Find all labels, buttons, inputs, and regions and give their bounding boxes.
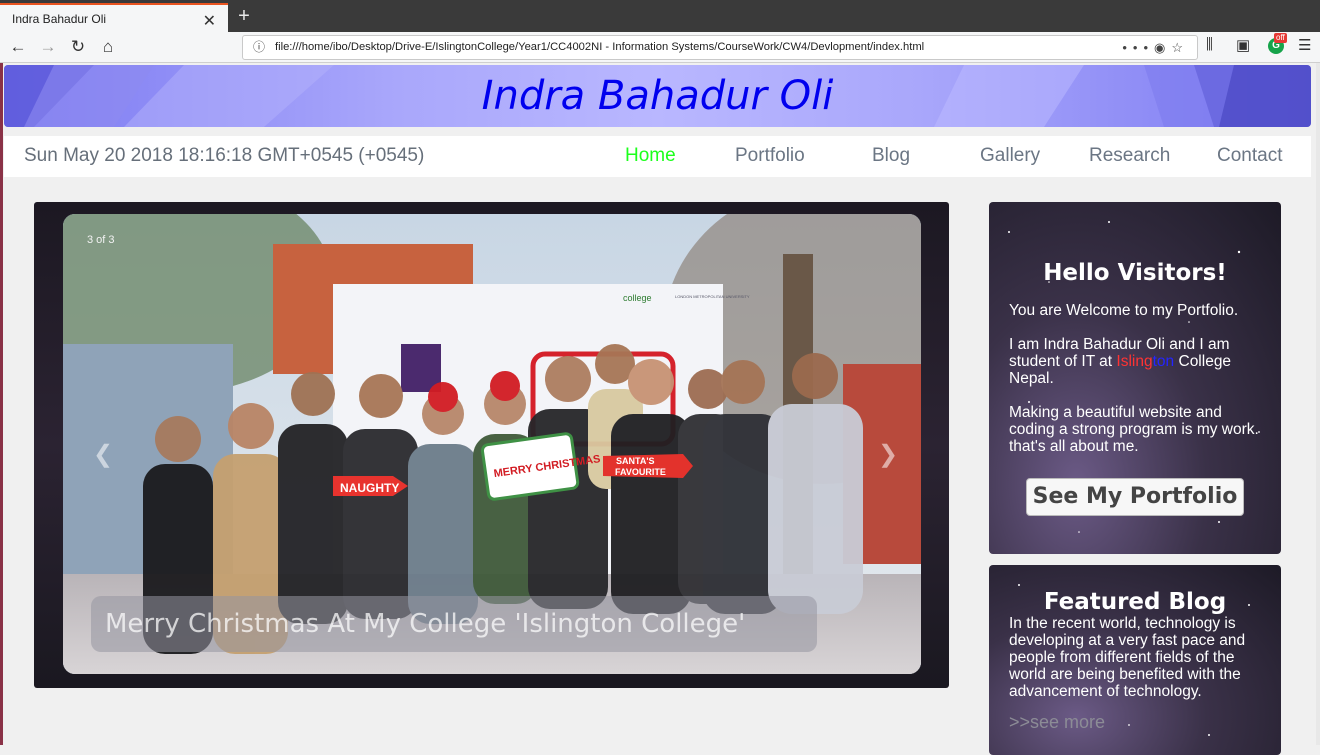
page-actions: •••◉☆: [1122, 36, 1189, 59]
welcome-card: Hello Visitors! You are Welcome to my Po…: [989, 202, 1281, 554]
slideshow: college LONDON METROPOLITAN UNIVERSITY N…: [34, 202, 949, 688]
close-tab-icon[interactable]: ✕: [203, 11, 216, 31]
browser-toolbar: ← → ↻ ⌂ ⓘ file:///home/ibo/Desktop/Drive…: [0, 32, 1320, 63]
grammarly-badge: off: [1274, 33, 1287, 43]
site-title: Indra Bahadur Oli: [481, 73, 834, 119]
see-more-link[interactable]: >>see more: [989, 712, 1281, 733]
prop-santa-1: SANTA'S: [616, 456, 654, 466]
nav-research[interactable]: Research: [1089, 145, 1170, 167]
see-portfolio-button[interactable]: See My Portfolio: [1026, 478, 1244, 516]
browser-tab-bar: Indra Bahadur Oli ✕ +: [0, 0, 1320, 32]
blog-heading: Featured Blog: [1043, 589, 1227, 615]
bookmark-star-icon[interactable]: ☆: [1171, 40, 1189, 55]
main-navigation: Sun May 20 2018 18:16:18 GMT+0545 (+0545…: [4, 136, 1311, 177]
welcome-line-1: You are Welcome to my Portfolio.: [1009, 302, 1239, 319]
sidebar-toggle-icon[interactable]: ▣: [1236, 36, 1250, 54]
address-bar[interactable]: ⓘ file:///home/ibo/Desktop/Drive-E/Islin…: [242, 35, 1198, 60]
library-icon[interactable]: ⫼: [1206, 36, 1213, 53]
backdrop-logo: college: [623, 293, 652, 303]
welcome-heading: Hello Visitors!: [1043, 260, 1227, 286]
prev-slide-icon[interactable]: ❮: [93, 440, 113, 469]
home-icon[interactable]: ⌂: [96, 36, 120, 58]
nav-contact[interactable]: Contact: [1217, 145, 1282, 167]
hamburger-menu-icon[interactable]: ☰: [1298, 36, 1311, 54]
reload-icon[interactable]: ↻: [66, 36, 90, 58]
prop-naughty: NAUGHTY: [340, 481, 399, 495]
pocket-icon[interactable]: ◉: [1154, 40, 1171, 55]
page-actions-menu-icon[interactable]: •••: [1122, 40, 1154, 55]
slide-counter: 3 of 3: [87, 234, 115, 246]
browser-tab[interactable]: Indra Bahadur Oli ✕: [0, 3, 228, 32]
nav-portfolio[interactable]: Portfolio: [735, 145, 805, 167]
backdrop-logo-sub: LONDON METROPOLITAN UNIVERSITY: [675, 294, 750, 299]
nav-gallery[interactable]: Gallery: [980, 145, 1040, 167]
url-text: file:///home/ibo/Desktop/Drive-E/Islingt…: [275, 41, 925, 53]
next-slide-icon[interactable]: ❯: [878, 440, 898, 469]
slide: college LONDON METROPOLITAN UNIVERSITY N…: [63, 214, 921, 674]
blog-excerpt: In the recent world, technology is devel…: [1009, 615, 1246, 700]
tab-title: Indra Bahadur Oli: [12, 11, 107, 26]
featured-blog-card: Featured Blog In the recent world, techn…: [989, 565, 1281, 755]
new-tab-button[interactable]: +: [234, 3, 254, 29]
college-name-sling: sling: [1120, 353, 1153, 370]
nav-home[interactable]: Home: [625, 145, 676, 167]
page-scrollbar[interactable]: [1316, 63, 1320, 745]
back-icon[interactable]: ←: [6, 36, 30, 58]
welcome-line-3: Making a beautiful website and coding a …: [1009, 404, 1259, 455]
current-date: Sun May 20 2018 18:16:18 GMT+0545 (+0545…: [24, 145, 425, 166]
welcome-line-2: I am Indra Bahadur Oli and I am student …: [989, 336, 1281, 387]
prop-santa-2: FAVOURITE: [615, 467, 666, 477]
nav-blog[interactable]: Blog: [872, 145, 910, 167]
college-name-ton: ton: [1152, 353, 1175, 370]
web-page: Indra Bahadur Oli Sun May 20 2018 18:16:…: [0, 63, 1320, 755]
forward-icon[interactable]: →: [36, 36, 60, 58]
header-banner: Indra Bahadur Oli: [4, 65, 1311, 127]
slide-caption: Merry Christmas At My College 'Islington…: [91, 596, 817, 652]
site-info-icon[interactable]: ⓘ: [253, 36, 265, 59]
page-edge: [0, 63, 3, 745]
